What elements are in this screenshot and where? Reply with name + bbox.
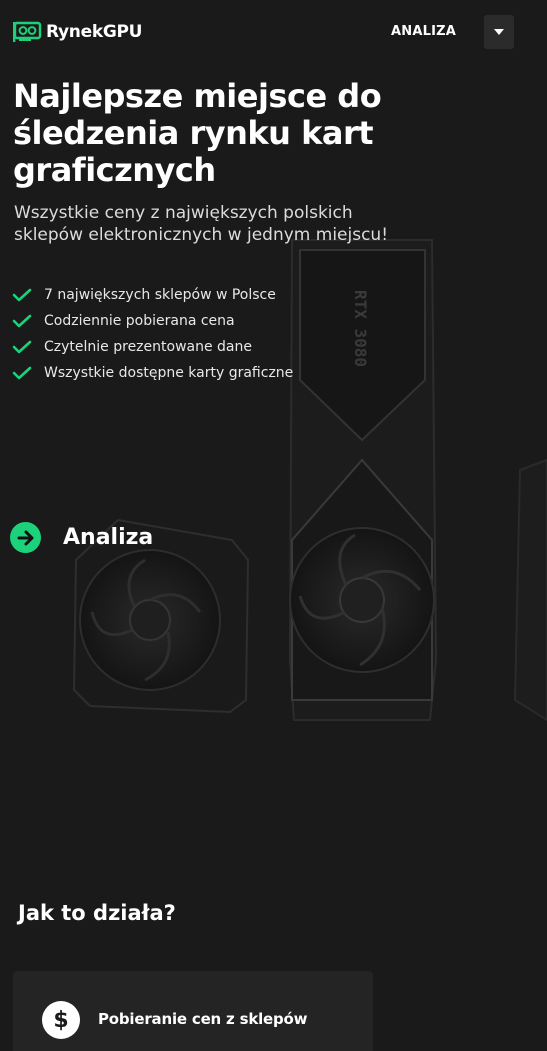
feature-item: Czytelnie prezentowane dane (12, 334, 293, 360)
gpu-logo-icon (13, 21, 42, 42)
feature-text: Wszystkie dostępne karty graficzne (44, 365, 294, 381)
feature-item: Codziennie pobierana cena (12, 308, 293, 334)
check-icon (12, 340, 32, 354)
header: RynekGPU ANALIZA (0, 0, 547, 64)
nav-link-analiza[interactable]: ANALIZA (391, 24, 456, 39)
hero-title: Najlepsze miejsce do śledzenia rynku kar… (13, 77, 382, 189)
check-icon (12, 366, 32, 380)
logo[interactable]: RynekGPU (12, 20, 142, 44)
check-icon (12, 314, 32, 328)
hero-subtitle: Wszystkie ceny z największych polskich s… (14, 203, 389, 245)
step-card-title: Pobieranie cen z sklepów (98, 1010, 308, 1028)
caret-down-icon (494, 29, 504, 35)
menu-toggle-button[interactable] (484, 15, 514, 49)
analiza-cta-button[interactable]: Analiza (10, 522, 153, 553)
feature-item: Wszystkie dostępne karty graficzne (12, 360, 293, 386)
feature-text: 7 największych sklepów w Polsce (44, 287, 276, 303)
arrow-right-icon (10, 522, 41, 553)
feature-item: 7 największych sklepów w Polsce (12, 282, 293, 308)
feature-list: 7 największych sklepów w Polsce Codzienn… (12, 282, 293, 386)
brand-name: RynekGPU (46, 22, 143, 42)
step-card: $ Pobieranie cen z sklepów (13, 971, 373, 1051)
dollar-icon: $ (42, 1001, 80, 1039)
feature-text: Codziennie pobierana cena (44, 313, 235, 329)
cta-label: Analiza (63, 525, 154, 550)
gpu-marking: RTX 3080 (351, 290, 370, 367)
feature-text: Czytelnie prezentowane dane (44, 339, 252, 355)
how-it-works-heading: Jak to działa? (18, 901, 176, 925)
check-icon (12, 288, 32, 302)
